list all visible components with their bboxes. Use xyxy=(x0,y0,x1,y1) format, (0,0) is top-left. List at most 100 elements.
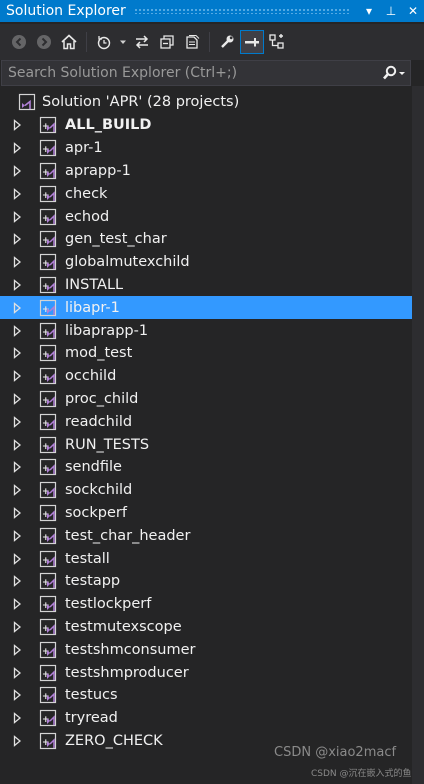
project-node[interactable]: + libapr-1 xyxy=(0,296,412,320)
cpp-project-icon: + xyxy=(39,413,57,431)
project-node[interactable]: + testapp xyxy=(0,570,412,593)
project-node[interactable]: + libaprapp-1 xyxy=(0,319,412,342)
solution-icon xyxy=(18,93,36,111)
title-bar[interactable]: Solution Explorer ▾ ⊥ ✕ xyxy=(0,0,424,22)
expand-arrow-icon[interactable] xyxy=(13,347,23,360)
properties-icon[interactable] xyxy=(216,31,238,53)
cpp-project-icon: + xyxy=(39,162,57,180)
project-label: sendfile xyxy=(65,459,122,476)
cpp-project-icon: + xyxy=(39,253,57,271)
search-box[interactable] xyxy=(1,60,411,86)
cpp-project-icon: + xyxy=(39,390,57,408)
cpp-project-icon: + xyxy=(39,595,57,613)
back-icon[interactable] xyxy=(8,31,30,53)
toolbar-separator xyxy=(209,32,210,52)
expand-arrow-icon[interactable] xyxy=(13,438,23,451)
collapse-all-icon[interactable] xyxy=(156,31,178,53)
expand-arrow-icon[interactable] xyxy=(13,279,23,291)
project-node[interactable]: + echod xyxy=(0,205,412,228)
expand-arrow-icon[interactable] xyxy=(13,643,23,656)
expand-arrow-icon[interactable] xyxy=(13,552,23,565)
home-icon[interactable] xyxy=(58,31,80,53)
expand-arrow-icon[interactable] xyxy=(13,621,23,633)
project-node[interactable]: + testlockperf xyxy=(0,593,412,616)
cpp-project-icon: + xyxy=(39,686,57,704)
project-label: sockperf xyxy=(65,504,127,521)
project-label: RUN_TESTS xyxy=(65,436,150,453)
expand-arrow-icon[interactable] xyxy=(13,210,23,223)
preview-icon[interactable] xyxy=(240,30,264,54)
project-node[interactable]: + testshmconsumer xyxy=(0,638,412,661)
project-node[interactable]: + proc_child xyxy=(0,388,412,411)
project-node[interactable]: + apr-1 xyxy=(0,137,412,160)
expand-arrow-icon[interactable] xyxy=(13,507,23,519)
project-node[interactable]: + testucs xyxy=(0,684,412,707)
sync-icon[interactable] xyxy=(131,31,153,53)
cpp-project-icon: + xyxy=(39,344,57,362)
expand-arrow-icon[interactable] xyxy=(13,484,23,497)
expand-arrow-icon[interactable] xyxy=(13,324,23,337)
project-node[interactable]: + INSTALL xyxy=(0,274,412,297)
close-icon[interactable]: ✕ xyxy=(402,0,424,22)
project-node[interactable]: + ALL_BUILD xyxy=(0,114,412,137)
expand-arrow-icon[interactable] xyxy=(13,689,23,702)
expand-arrow-icon[interactable] xyxy=(13,735,23,747)
project-node[interactable]: + testall xyxy=(0,547,412,570)
project-node[interactable]: + sockchild xyxy=(0,479,412,502)
project-node[interactable]: + RUN_TESTS xyxy=(0,433,412,456)
expand-arrow-icon[interactable] xyxy=(13,712,23,724)
project-node[interactable]: + test_char_header xyxy=(0,524,412,547)
project-node[interactable]: + globalmutexchild xyxy=(0,251,412,274)
expand-arrow-icon[interactable] xyxy=(13,301,23,314)
project-node[interactable]: + sockperf xyxy=(0,502,412,525)
expand-arrow-icon[interactable] xyxy=(13,119,23,132)
project-node[interactable]: + occhild xyxy=(0,365,412,388)
toolbar-separator xyxy=(86,32,87,52)
project-node[interactable]: + testshmproducer xyxy=(0,661,412,684)
project-node[interactable]: + gen_test_char xyxy=(0,228,412,251)
cpp-project-icon: + xyxy=(39,572,57,590)
solution-node[interactable]: Solution 'APR' (28 projects) xyxy=(0,90,412,114)
expand-arrow-icon[interactable] xyxy=(13,256,23,269)
expand-arrow-icon[interactable] xyxy=(13,187,23,200)
cpp-project-icon: + xyxy=(39,504,57,522)
forward-icon[interactable] xyxy=(33,31,55,53)
project-node[interactable]: + check xyxy=(0,182,412,205)
window-position-dropdown-icon[interactable]: ▾ xyxy=(358,0,380,22)
expand-arrow-icon[interactable] xyxy=(13,142,23,155)
expand-arrow-icon[interactable] xyxy=(13,666,23,679)
history-icon[interactable] xyxy=(93,31,115,53)
project-node[interactable]: + tryread xyxy=(0,707,412,730)
pin-icon[interactable]: ⊥ xyxy=(380,0,402,22)
drag-grip[interactable] xyxy=(133,8,350,14)
search-icon[interactable] xyxy=(376,61,410,85)
expand-arrow-icon[interactable] xyxy=(13,233,23,246)
project-label: testucs xyxy=(65,687,118,704)
project-label: echod xyxy=(65,208,110,225)
expand-arrow-icon[interactable] xyxy=(13,575,23,588)
project-label: INSTALL xyxy=(65,276,124,293)
expand-arrow-icon[interactable] xyxy=(13,598,23,610)
project-label: gen_test_char xyxy=(65,231,167,248)
project-node[interactable]: + sendfile xyxy=(0,456,412,479)
project-node[interactable]: + testmutexscope xyxy=(0,616,412,639)
project-node[interactable]: + mod_test xyxy=(0,342,412,365)
search-input[interactable] xyxy=(2,64,376,82)
project-label: occhild xyxy=(65,368,117,385)
vertical-scrollbar[interactable] xyxy=(412,86,424,784)
project-node[interactable]: + readchild xyxy=(0,410,412,433)
project-node[interactable]: + aprapp-1 xyxy=(0,160,412,183)
cpp-project-icon: + xyxy=(39,664,57,682)
cpp-project-icon: + xyxy=(39,185,57,203)
project-label: sockchild xyxy=(65,482,133,499)
expand-arrow-icon[interactable] xyxy=(13,165,23,177)
class-view-icon[interactable] xyxy=(266,31,288,53)
show-all-files-icon[interactable] xyxy=(181,31,203,53)
history-dropdown-icon[interactable] xyxy=(118,31,128,53)
expand-arrow-icon[interactable] xyxy=(13,415,23,428)
expand-arrow-icon[interactable] xyxy=(13,370,23,383)
expand-arrow-icon[interactable] xyxy=(13,461,23,474)
project-label: testshmconsumer xyxy=(65,641,196,658)
expand-arrow-icon[interactable] xyxy=(13,393,23,405)
expand-arrow-icon[interactable] xyxy=(13,529,23,542)
